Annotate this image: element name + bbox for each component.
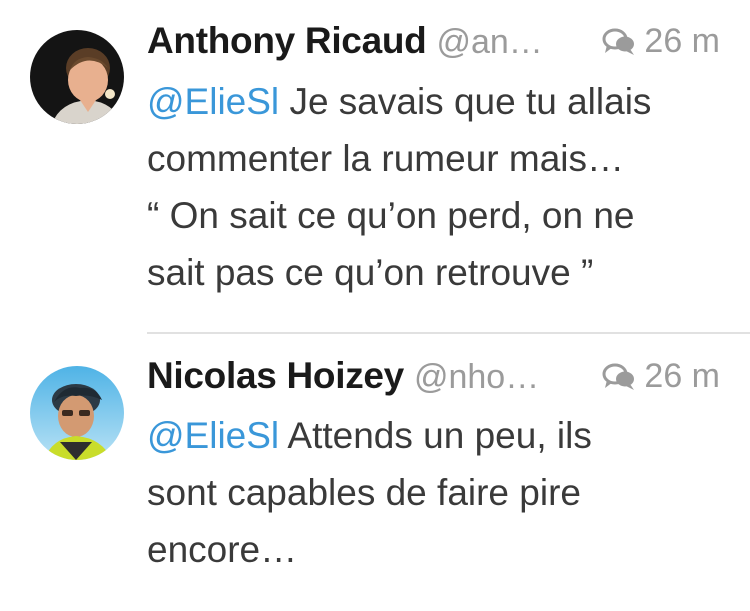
author-handle[interactable]: @an… (436, 23, 542, 61)
tweet-text: @ElieSl Attends un peu, ils sont capable… (147, 407, 720, 578)
mention-link[interactable]: @ElieSl (147, 81, 279, 122)
tweet-time: 26 m (644, 357, 720, 395)
tweet-text-line: Je savais que tu allais (289, 81, 652, 122)
tweet-time: 26 m (644, 22, 720, 60)
tweet-text-line: Attends un peu, ils (287, 415, 592, 456)
tweet-item[interactable]: Nicolas Hoizey @nho… 26 m @ElieSl Attends… (0, 334, 750, 611)
tweet-text-line: sait pas ce qu’on retrouve ” (147, 252, 594, 293)
tweet-text-line: commenter la rumeur mais… (147, 138, 625, 179)
tweet-item[interactable]: Anthony Ricaud @an… 26 m @ElieSl Je savai… (0, 0, 750, 334)
tweet-text-line: sont capables de faire pire (147, 472, 581, 513)
mention-link[interactable]: @ElieSl (147, 415, 279, 456)
avatar[interactable] (30, 366, 124, 460)
tweet-meta: 26 m (602, 357, 720, 396)
tweet-text-line: “ On sait ce qu’on perd, on ne (147, 195, 635, 236)
author-handle[interactable]: @nho… (414, 358, 539, 396)
tweet-text: @ElieSl Je savais que tu allais commente… (147, 73, 720, 301)
conversation-icon (602, 28, 635, 55)
author-name[interactable]: Anthony Ricaud (147, 20, 427, 61)
avatar[interactable] (30, 30, 124, 124)
tweet-meta: 26 m (602, 22, 720, 61)
author-name[interactable]: Nicolas Hoizey (147, 355, 404, 396)
tweet-text-line: encore… (147, 529, 298, 570)
conversation-icon (602, 363, 635, 390)
